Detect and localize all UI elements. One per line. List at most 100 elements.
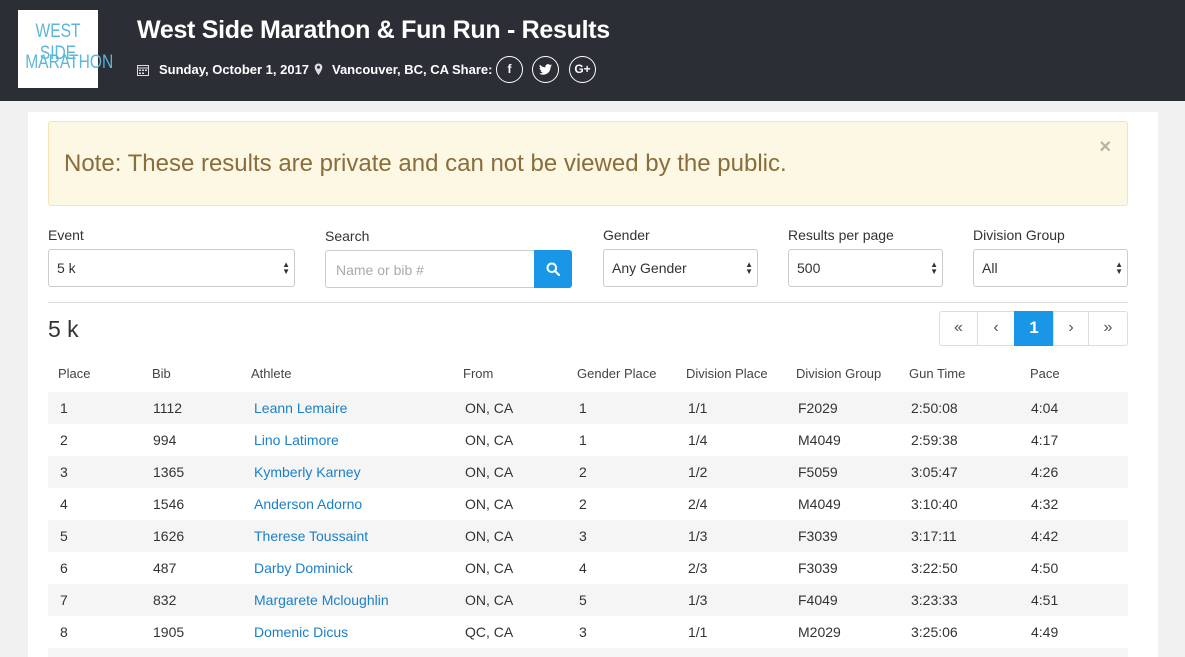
bib-cell: 1626 xyxy=(153,528,185,544)
bib-cell: 1546 xyxy=(153,496,185,512)
event-select-value: 5 k xyxy=(57,260,76,276)
pace-cell: 4:17 xyxy=(1031,432,1059,448)
last-page-button[interactable]: » xyxy=(1088,311,1128,346)
division-place-cell: 1/3 xyxy=(688,528,708,544)
share-twitter-button[interactable] xyxy=(532,56,559,83)
division-group-cell: F5059 xyxy=(798,464,838,480)
division-group-cell: F4049 xyxy=(798,592,838,608)
pace-cell: 4:42 xyxy=(1031,528,1059,544)
header-pace[interactable]: Pace xyxy=(1030,366,1060,381)
place-cell: 4 xyxy=(60,496,68,512)
search-button[interactable] xyxy=(534,250,572,288)
athlete-link[interactable]: Domenic Dicus xyxy=(254,624,348,640)
header-from[interactable]: From xyxy=(463,366,493,381)
division-group-cell: F2029 xyxy=(798,400,838,416)
gun-time-cell: 3:10:40 xyxy=(911,496,958,512)
share-google-plus-button[interactable]: G+ xyxy=(569,56,596,83)
division-select[interactable]: All ▲ ▼ xyxy=(973,249,1128,287)
division-label: Division Group xyxy=(973,227,1065,243)
facebook-icon: f xyxy=(507,62,512,76)
table-row: 8 1905 Domenic Dicus QC, CA 3 1/1 M2029 … xyxy=(48,616,1128,648)
from-cell: ON, CA xyxy=(465,560,514,576)
division-place-cell: 1/4 xyxy=(688,432,708,448)
event-location: Vancouver, BC, CA xyxy=(332,62,450,77)
place-cell: 5 xyxy=(60,528,68,544)
division-place-cell: 1/1 xyxy=(688,624,708,640)
gender-place-cell: 2 xyxy=(579,496,587,512)
pace-cell: 4:04 xyxy=(1031,400,1059,416)
search-icon xyxy=(546,262,560,276)
pace-cell: 4:26 xyxy=(1031,464,1059,480)
place-cell: 8 xyxy=(60,624,68,640)
gun-time-cell: 3:17:11 xyxy=(911,528,957,544)
header-place[interactable]: Place xyxy=(58,366,91,381)
table-row: 2 994 Lino Latimore ON, CA 1 1/4 M4049 2… xyxy=(48,424,1128,456)
gender-place-cell: 2 xyxy=(579,464,587,480)
gun-time-cell: 2:50:08 xyxy=(911,400,958,416)
division-group-cell: M2029 xyxy=(798,624,841,640)
share-label: Share: xyxy=(452,62,493,77)
header-athlete[interactable]: Athlete xyxy=(251,366,291,381)
select-arrows-icon: ▲ ▼ xyxy=(282,260,290,276)
division-group-cell: M4049 xyxy=(798,496,841,512)
division-group-cell: M4049 xyxy=(798,432,841,448)
per-page-select[interactable]: 500 ▲ ▼ xyxy=(788,249,943,287)
from-cell: ON, CA xyxy=(465,464,514,480)
table-row: 3 1365 Kymberly Karney ON, CA 2 1/2 F505… xyxy=(48,456,1128,488)
gun-time-cell: 3:23:33 xyxy=(911,592,958,608)
division-place-cell: 2/4 xyxy=(688,496,708,512)
twitter-icon xyxy=(539,64,552,75)
gender-place-cell: 1 xyxy=(579,400,587,416)
division-select-value: All xyxy=(982,260,998,276)
event-select[interactable]: 5 k ▲ ▼ xyxy=(48,249,295,287)
search-input[interactable]: Name or bib # xyxy=(325,250,535,288)
from-cell: ON, CA xyxy=(465,400,514,416)
event-label: Event xyxy=(48,227,84,243)
place-cell: 6 xyxy=(60,560,68,576)
gender-label: Gender xyxy=(603,227,650,243)
bib-cell: 1905 xyxy=(153,624,185,640)
alert-close-button[interactable]: × xyxy=(1099,136,1111,159)
share-facebook-button[interactable]: f xyxy=(496,56,523,83)
bib-cell: 487 xyxy=(153,560,177,576)
bib-cell: 994 xyxy=(153,432,177,448)
select-arrows-icon: ▲ ▼ xyxy=(1115,260,1123,276)
header-division-place[interactable]: Division Place xyxy=(686,366,768,381)
athlete-link[interactable]: Therese Toussaint xyxy=(254,528,368,544)
page-title: West Side Marathon & Fun Run - Results xyxy=(137,16,610,44)
header-gender-place[interactable]: Gender Place xyxy=(577,366,657,381)
header-bib[interactable]: Bib xyxy=(152,366,171,381)
division-group-cell: F3039 xyxy=(798,528,838,544)
gender-select[interactable]: Any Gender ▲ ▼ xyxy=(603,249,758,287)
event-date: Sunday, October 1, 2017 xyxy=(159,62,310,77)
gender-place-cell: 3 xyxy=(579,528,587,544)
google-plus-icon: G+ xyxy=(574,62,591,76)
calendar-icon xyxy=(137,65,149,76)
bib-cell: 1112 xyxy=(153,400,183,416)
gun-time-cell: 2:59:38 xyxy=(911,432,958,448)
table-row: 5 1626 Therese Toussaint ON, CA 3 1/3 F3… xyxy=(48,520,1128,552)
section-title: 5 k xyxy=(48,316,79,342)
division-place-cell: 1/3 xyxy=(688,592,708,608)
per-page-select-value: 500 xyxy=(797,260,821,276)
athlete-link[interactable]: Darby Dominick xyxy=(254,560,353,576)
division-place-cell: 1/1 xyxy=(688,400,708,416)
logo[interactable]: WEST SIDE MARATHON xyxy=(18,10,113,88)
first-page-button[interactable]: « xyxy=(939,311,978,346)
per-page-label: Results per page xyxy=(788,227,894,243)
header-gun-time[interactable]: Gun Time xyxy=(909,366,965,381)
next-page-button[interactable]: › xyxy=(1053,311,1089,346)
place-cell: 1 xyxy=(60,400,68,416)
athlete-link[interactable]: Anderson Adorno xyxy=(254,496,362,512)
athlete-link[interactable]: Margarete Mcloughlin xyxy=(254,592,389,608)
athlete-link[interactable]: Leann Lemaire xyxy=(254,400,347,416)
athlete-link[interactable]: Kymberly Karney xyxy=(254,464,361,480)
place-cell: 2 xyxy=(60,432,68,448)
header-division-group[interactable]: Division Group xyxy=(796,366,881,381)
gun-time-cell: 3:25:06 xyxy=(911,624,958,640)
gender-place-cell: 5 xyxy=(579,592,587,608)
athlete-link[interactable]: Lino Latimore xyxy=(254,432,339,448)
table-row: 1 1112 Leann Lemaire ON, CA 1 1/1 F2029 … xyxy=(48,392,1128,424)
prev-page-button[interactable]: ‹ xyxy=(977,311,1015,346)
page-1-button[interactable]: 1 xyxy=(1014,311,1054,346)
